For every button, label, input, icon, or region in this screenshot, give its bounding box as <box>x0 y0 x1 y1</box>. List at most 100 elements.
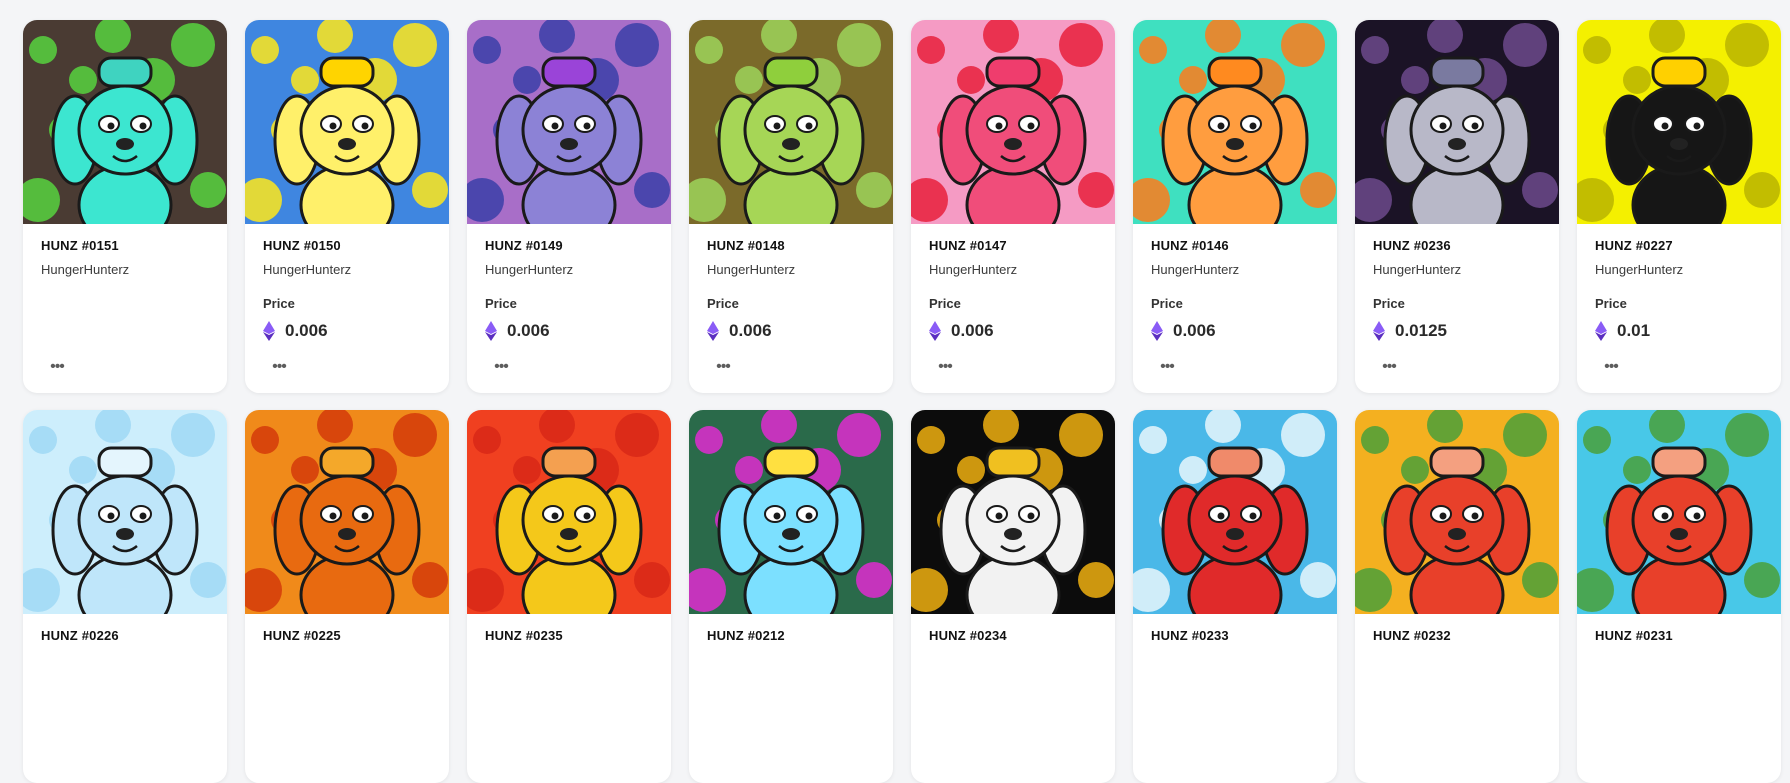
ethereum-icon <box>485 321 497 341</box>
nft-card[interactable]: HUNZ #0233 <box>1133 410 1337 783</box>
nft-artwork-image[interactable] <box>23 410 227 614</box>
nft-title: HUNZ #0232 <box>1373 628 1451 643</box>
nft-title: HUNZ #0148 <box>707 238 785 253</box>
nft-artwork-image[interactable] <box>1355 410 1559 614</box>
card-info: HUNZ #0146 HungerHunterz Price 0.006 <box>1133 224 1337 342</box>
nft-artwork-image[interactable] <box>23 20 227 224</box>
nft-artwork-image[interactable] <box>911 20 1115 224</box>
ethereum-icon <box>1151 321 1163 341</box>
nft-card[interactable]: HUNZ #0146 HungerHunterz Price 0.006 ••• <box>1133 20 1337 393</box>
card-info: HUNZ #0235 <box>467 614 671 644</box>
ethereum-icon <box>929 321 941 341</box>
nft-card[interactable]: HUNZ #0232 <box>1355 410 1559 783</box>
price-value: 0.006 <box>729 321 772 340</box>
nft-artwork-image[interactable] <box>1355 20 1559 224</box>
price-row: 0.006 <box>263 320 431 342</box>
price-label: Price <box>707 296 739 311</box>
more-options-icon[interactable]: ••• <box>931 359 959 375</box>
nft-artwork-image[interactable] <box>1577 410 1781 614</box>
collection-name[interactable]: HungerHunterz <box>1373 262 1541 278</box>
price-row: 0.01 <box>1595 320 1763 342</box>
nft-card[interactable]: HUNZ #0236 HungerHunterz Price 0.0125 ••• <box>1355 20 1559 393</box>
card-info: HUNZ #0232 <box>1355 614 1559 644</box>
collection-name[interactable]: HungerHunterz <box>707 262 875 278</box>
nft-card[interactable]: HUNZ #0226 <box>23 410 227 783</box>
nft-artwork-image[interactable] <box>467 20 671 224</box>
card-info: HUNZ #0225 <box>245 614 449 644</box>
card-info: HUNZ #0231 <box>1577 614 1781 644</box>
collection-name[interactable]: HungerHunterz <box>485 262 653 278</box>
nft-artwork-image[interactable] <box>1577 20 1781 224</box>
collection-name[interactable]: HungerHunterz <box>263 262 431 278</box>
nft-artwork-image[interactable] <box>689 20 893 224</box>
nft-title: HUNZ #0212 <box>707 628 785 643</box>
nft-card[interactable]: HUNZ #0151 HungerHunterz ••• <box>23 20 227 393</box>
price-label: Price <box>263 296 295 311</box>
card-info: HUNZ #0234 <box>911 614 1115 644</box>
price-row: 0.0125 <box>1373 320 1541 342</box>
card-info: HUNZ #0148 HungerHunterz Price 0.006 <box>689 224 893 342</box>
card-info: HUNZ #0212 <box>689 614 893 644</box>
price-row: 0.006 <box>1151 320 1319 342</box>
ethereum-icon <box>707 321 719 341</box>
card-info: HUNZ #0226 <box>23 614 227 644</box>
price-row: 0.006 <box>485 320 653 342</box>
collection-name[interactable]: HungerHunterz <box>1151 262 1319 278</box>
collection-name[interactable]: HungerHunterz <box>1595 262 1763 278</box>
nft-title: HUNZ #0233 <box>1151 628 1229 643</box>
nft-card[interactable]: HUNZ #0147 HungerHunterz Price 0.006 ••• <box>911 20 1115 393</box>
card-info: HUNZ #0233 <box>1133 614 1337 644</box>
collection-name[interactable]: HungerHunterz <box>929 262 1097 278</box>
card-info: HUNZ #0236 HungerHunterz Price 0.0125 <box>1355 224 1559 342</box>
more-options-icon[interactable]: ••• <box>709 359 737 375</box>
nft-title: HUNZ #0234 <box>929 628 1007 643</box>
price-label: Price <box>1595 296 1627 311</box>
nft-card[interactable]: HUNZ #0231 <box>1577 410 1781 783</box>
more-options-icon[interactable]: ••• <box>1153 359 1181 375</box>
nft-title: HUNZ #0151 <box>41 238 119 253</box>
nft-artwork-image[interactable] <box>1133 410 1337 614</box>
nft-grid: HUNZ #0151 HungerHunterz ••• HUNZ #0150 Hung… <box>23 20 1781 783</box>
collection-name[interactable]: HungerHunterz <box>41 262 209 278</box>
price-label: Price <box>929 296 961 311</box>
more-options-icon[interactable]: ••• <box>1375 359 1403 375</box>
ethereum-icon <box>263 321 275 341</box>
more-options-icon[interactable]: ••• <box>265 359 293 375</box>
card-info: HUNZ #0149 HungerHunterz Price 0.006 <box>467 224 671 342</box>
nft-title: HUNZ #0226 <box>41 628 119 643</box>
nft-card[interactable]: HUNZ #0235 <box>467 410 671 783</box>
nft-artwork-image[interactable] <box>689 410 893 614</box>
nft-card[interactable]: HUNZ #0234 <box>911 410 1115 783</box>
ethereum-icon <box>1595 321 1607 341</box>
nft-title: HUNZ #0146 <box>1151 238 1229 253</box>
nft-artwork-image[interactable] <box>1133 20 1337 224</box>
nft-title: HUNZ #0149 <box>485 238 563 253</box>
nft-artwork-image[interactable] <box>245 410 449 614</box>
more-options-icon[interactable]: ••• <box>1597 359 1625 375</box>
price-value: 0.0125 <box>1395 321 1447 340</box>
price-value: 0.01 <box>1617 321 1651 340</box>
nft-title: HUNZ #0225 <box>263 628 341 643</box>
nft-card[interactable]: HUNZ #0150 HungerHunterz Price 0.006 ••• <box>245 20 449 393</box>
card-info: HUNZ #0227 HungerHunterz Price 0.01 <box>1577 224 1781 342</box>
nft-card[interactable]: HUNZ #0225 <box>245 410 449 783</box>
ethereum-icon <box>1373 321 1385 341</box>
nft-card[interactable]: HUNZ #0212 <box>689 410 893 783</box>
nft-card[interactable]: HUNZ #0149 HungerHunterz Price 0.006 ••• <box>467 20 671 393</box>
nft-artwork-image[interactable] <box>911 410 1115 614</box>
card-info: HUNZ #0147 HungerHunterz Price 0.006 <box>911 224 1115 342</box>
nft-title: HUNZ #0147 <box>929 238 1007 253</box>
price-row: 0.006 <box>929 320 1097 342</box>
nft-artwork-image[interactable] <box>467 410 671 614</box>
nft-title: HUNZ #0236 <box>1373 238 1451 253</box>
nft-title: HUNZ #0235 <box>485 628 563 643</box>
nft-artwork-image[interactable] <box>245 20 449 224</box>
more-options-icon[interactable]: ••• <box>43 359 71 375</box>
more-options-icon[interactable]: ••• <box>487 359 515 375</box>
card-info: HUNZ #0151 HungerHunterz <box>23 224 227 278</box>
nft-card[interactable]: HUNZ #0227 HungerHunterz Price 0.01 ••• <box>1577 20 1781 393</box>
price-value: 0.006 <box>507 321 550 340</box>
price-label: Price <box>1373 296 1405 311</box>
nft-card[interactable]: HUNZ #0148 HungerHunterz Price 0.006 ••• <box>689 20 893 393</box>
card-info: HUNZ #0150 HungerHunterz Price 0.006 <box>245 224 449 342</box>
